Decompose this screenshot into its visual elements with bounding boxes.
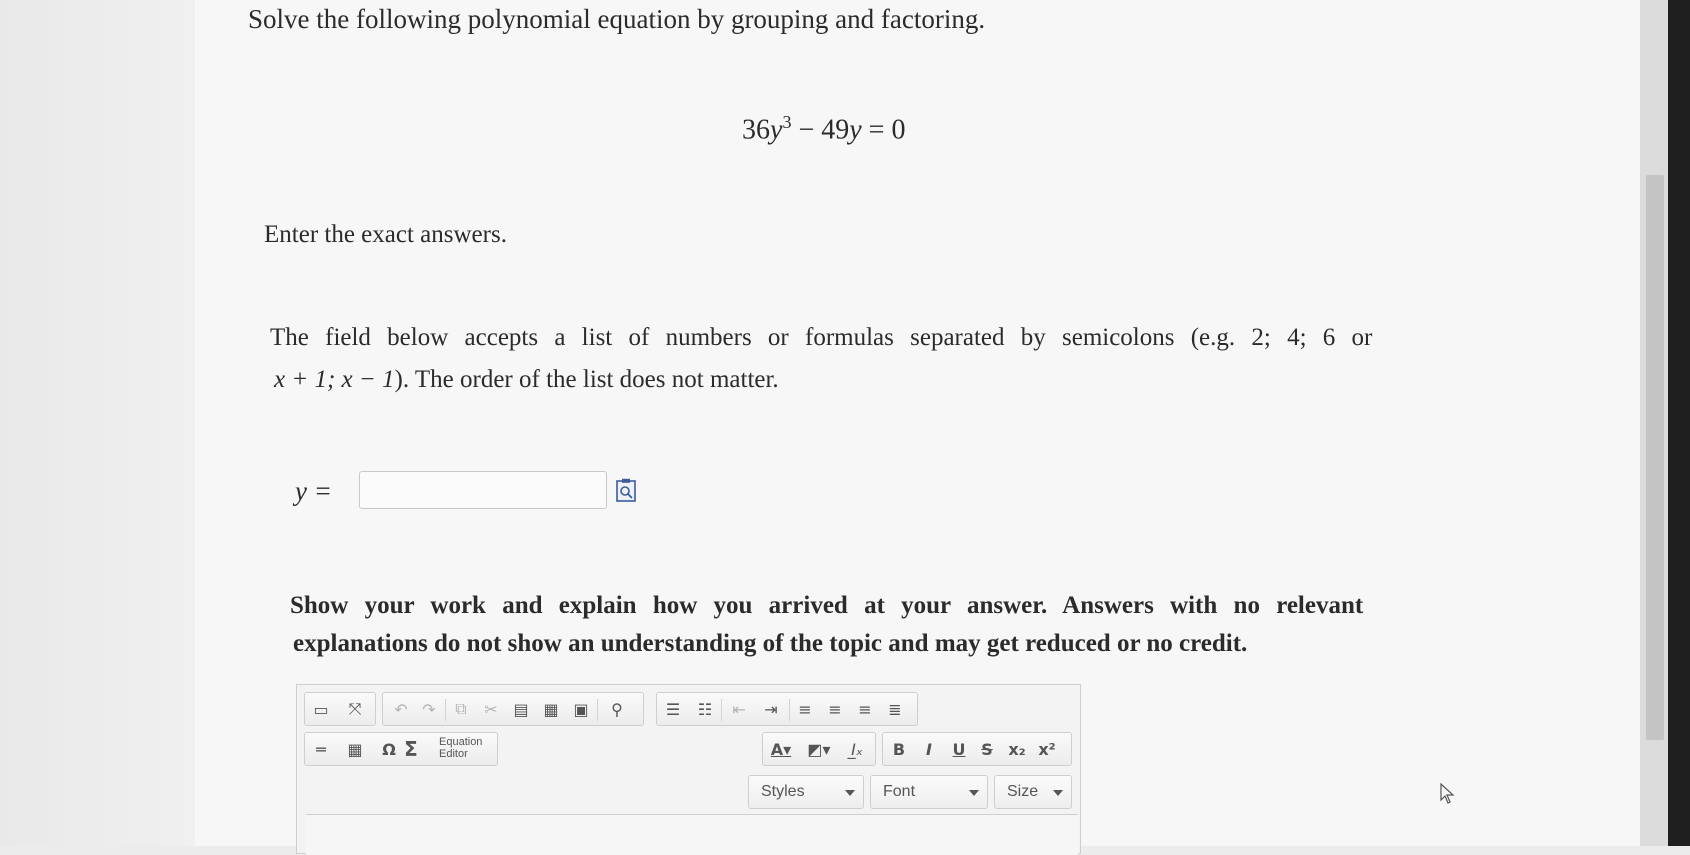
- toolbar-group-clipboard: ↶ ↷ ⧉ ✂ ▤ ▦ ▣ ⚲: [382, 692, 644, 726]
- styles-dropdown[interactable]: Styles: [748, 775, 864, 809]
- justify-icon[interactable]: ≣: [883, 698, 907, 720]
- paste-text-icon[interactable]: ▦: [539, 698, 563, 720]
- left-margin: [0, 0, 200, 846]
- chevron-down-icon: [969, 790, 979, 796]
- redo-icon[interactable]: ↷: [417, 698, 441, 720]
- toolbar-group-basic-styles: B I U S x₂ x²: [882, 732, 1072, 766]
- special-char-icon[interactable]: Ω: [377, 738, 401, 760]
- format-help-line1: The field below accepts a list of number…: [270, 324, 1373, 351]
- copy-icon[interactable]: ⧉: [449, 698, 473, 720]
- equation-var2: y: [849, 114, 862, 146]
- question-title: Solve the following polynomial equation …: [248, 4, 986, 34]
- size-label: Size: [1007, 783, 1039, 800]
- table-icon[interactable]: ▦: [343, 738, 367, 760]
- subscript-icon[interactable]: x₂: [1005, 738, 1029, 760]
- separator: [597, 699, 598, 721]
- undo-icon[interactable]: ↶: [389, 698, 413, 720]
- paste-icon[interactable]: ▤: [509, 698, 533, 720]
- toolbar-group-insert: ═ ▦ Ω Σ Equation Editor: [304, 732, 498, 766]
- align-center-icon[interactable]: ≡: [823, 698, 847, 720]
- remove-format-icon[interactable]: I̲ₓ: [845, 738, 869, 760]
- sigma-icon[interactable]: Σ: [399, 737, 423, 761]
- work-instruction-line1: Show your work and explain how you arriv…: [290, 592, 1364, 619]
- strike-icon[interactable]: S: [975, 738, 999, 760]
- toolbar-group-paragraph: ☰ ☷ ⇤ ⇥ ≡ ≡ ≡ ≣: [656, 692, 918, 726]
- align-right-icon[interactable]: ≡: [853, 698, 877, 720]
- equation-rhs: = 0: [861, 114, 906, 146]
- instruction-text: Enter the exact answers.: [264, 221, 507, 248]
- horizontal-rule-icon[interactable]: ═: [309, 738, 333, 760]
- numbered-list-icon[interactable]: ☰: [661, 698, 685, 720]
- bold-icon[interactable]: B: [887, 738, 911, 760]
- maximize-icon[interactable]: ⤧: [343, 698, 367, 720]
- separator: [445, 699, 446, 721]
- toolbar-group-document: ▭ ⤧: [304, 692, 376, 726]
- format-help-line2: x + 1; x − 1). The order of the list doe…: [274, 366, 779, 394]
- format-help-rest: ). The order of the list does not matter…: [394, 366, 779, 393]
- equation: 36y3 − 49y = 0: [742, 112, 905, 146]
- italic-icon[interactable]: I: [917, 738, 941, 760]
- toolbar-group-colors: A▾ ◩▾ I̲ₓ: [762, 732, 876, 766]
- chevron-down-icon: [1053, 790, 1063, 796]
- answer-input[interactable]: [359, 471, 607, 509]
- separator: [789, 699, 790, 721]
- screen-edge: [1668, 0, 1690, 846]
- background-color-icon[interactable]: ◩▾: [807, 738, 831, 760]
- indent-icon[interactable]: ⇥: [759, 698, 783, 720]
- mouse-pointer-icon: [1440, 783, 1455, 804]
- bulleted-list-icon[interactable]: ☷: [693, 698, 717, 720]
- cut-icon[interactable]: ✂: [479, 698, 503, 720]
- scrollbar-thumb[interactable]: [1646, 175, 1664, 740]
- equation-coef1: 36: [742, 114, 770, 146]
- outdent-icon[interactable]: ⇤: [727, 698, 751, 720]
- superscript-icon[interactable]: x²: [1035, 738, 1059, 760]
- styles-label: Styles: [761, 783, 805, 800]
- equation-coef2: 49: [821, 114, 850, 146]
- editor-content-area[interactable]: [306, 814, 1078, 855]
- equation-minus: −: [791, 114, 822, 146]
- answer-label: y =: [295, 476, 332, 506]
- paste-word-icon[interactable]: ▣: [569, 698, 593, 720]
- separator: [721, 699, 722, 721]
- underline-icon[interactable]: U: [947, 738, 971, 760]
- work-instruction-line2: explanations do not show an understandin…: [293, 630, 1248, 657]
- format-example-math: x + 1; x − 1: [274, 366, 395, 393]
- font-label: Font: [883, 783, 916, 800]
- source-icon[interactable]: ▭: [309, 698, 333, 720]
- text-color-icon[interactable]: A▾: [769, 738, 793, 760]
- equation-editor-button[interactable]: Equation Editor: [439, 736, 489, 760]
- align-left-icon[interactable]: ≡: [793, 698, 817, 720]
- formula-preview-icon[interactable]: [616, 478, 636, 502]
- font-dropdown[interactable]: Font: [870, 775, 988, 809]
- find-icon[interactable]: ⚲: [605, 698, 629, 720]
- size-dropdown[interactable]: Size: [994, 775, 1072, 809]
- chevron-down-icon: [845, 790, 855, 796]
- equation-var: y: [770, 114, 783, 146]
